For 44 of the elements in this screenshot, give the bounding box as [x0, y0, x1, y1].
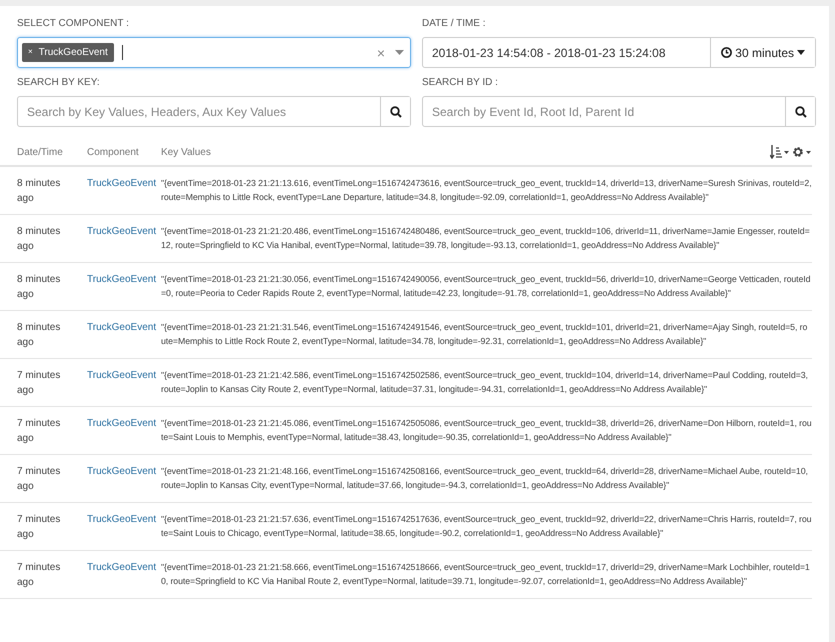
time-cell-text: 8 minutes ago: [17, 225, 62, 254]
time-cell-text: 7 minutes ago: [17, 513, 62, 542]
component-link[interactable]: TruckGeoEvent: [87, 370, 156, 381]
key-values-cell-text: "{eventTime=2018-01-23 21:21:45.086, eventTimeLong=1516742505086, eventSource=truck_geo_event, truckId=38, driverId=26, driverName=Don Hilborn, routeId=1, route=Saint Louis to Memphis, eventType=Normal, latitude=38.43, longitude=-90.35, correlationId=1, geoAddress=No Address Available}": [161, 417, 812, 444]
search-button[interactable]: [785, 97, 815, 126]
settings-icon[interactable]: [792, 145, 812, 159]
key-values-cell-text: "{eventTime=2018-01-23 21:21:57.636, eventTimeLong=1516742517636, eventSource=truck_geo_event, truckId=92, driverId=22, driverName=Chris Harris, routeId=7, route=Saint Louis to Chicago, eventType=Normal, latitude=38.65, longitude=-90.2, correlationId=1, geoAddress=No Address Available}": [161, 513, 812, 540]
key-values-cell-text: "{eventTime=2018-01-23 21:21:42.586, eventTimeLong=1516742502586, eventSource=truck_geo_event, truckId=104, driverId=14, driverName=Paul Codding, routeId=3, route=Joplin to Kansas City Route 2, eventType=Normal, latitude=37.31, longitude=-94.31, correlationId=1, geoAddress=No Address Available}": [161, 369, 809, 396]
component-select[interactable]: × TruckGeoEvent ×: [17, 37, 411, 68]
key-values-cell-text: "{eventTime=2018-01-23 21:21:48.166, eventTimeLong=1516742508166, eventSource=truck_geo_event, truckId=64, driverId=28, driverName=Michael Aube, routeId=10, route=Joplin to Kansas City, eventType=Normal, latitude=37.66, longitude=-94.3, correlationId=1, geoAddress=No Address Available}": [161, 465, 809, 492]
component-link[interactable]: TruckGeoEvent: [87, 178, 156, 189]
time-cell-text: 7 minutes ago: [17, 369, 62, 398]
time-cell-text: 7 minutes ago: [17, 561, 62, 590]
sort-icon[interactable]: [770, 145, 790, 159]
field-label: SELECT COMPONENT :: [17, 18, 130, 29]
search-icon: [794, 106, 806, 118]
component-link[interactable]: TruckGeoEvent: [87, 418, 156, 429]
key-values-cell-text: "{eventTime=2018-01-23 21:21:30.056, eventTimeLong=1516742490056, eventSource=truck_geo_event, truckId=56, driverId=10, driverName=George Vetticaden, routeId=0, route=Peoria to Ceder Rapids Route 2, eventType=Normal, latitude=42.23, longitude=-91.78, correlationId=1, geoAddress=No Address Available}": [161, 273, 812, 300]
component-link[interactable]: TruckGeoEvent: [87, 466, 156, 477]
component-link[interactable]: TruckGeoEvent: [87, 274, 156, 285]
search-icon: [390, 106, 402, 118]
time-cell-text: 8 minutes ago: [17, 177, 62, 206]
search-button[interactable]: [380, 97, 410, 126]
field-label: SEARCH BY ID :: [422, 77, 499, 88]
field-label: SEARCH BY KEY:: [17, 77, 101, 88]
key-values-cell-text: "{eventTime=2018-01-23 21:21:20.486, eventTimeLong=1516742480486, eventSource=truck_geo_event, truckId=106, driverId=11, driverName=Jamie Engesser, routeId=12, route=Springfield to KC Via Hanibal, eventType=Normal, latitude=39.78, longitude=-93.13, correlationId=1, geoAddress=No Address Available}": [161, 225, 811, 252]
time-cell-text: 8 minutes ago: [17, 273, 62, 302]
component-link[interactable]: TruckGeoEvent: [87, 322, 156, 333]
column-header: Key Values: [161, 146, 212, 158]
field-label: DATE / TIME :: [422, 18, 487, 29]
key-values-cell-text: "{eventTime=2018-01-23 21:21:58.666, eventTimeLong=1516742518666, eventSource=truck_geo_event, truckId=17, driverId=29, driverName=Mark Lochbihler, routeId=10, route=Springfield to KC Via Hanibal Route 2, eventType=Normal, latitude=39.71, longitude=-92.07, correlationId=1, geoAddress=No Address Available}": [161, 561, 811, 588]
time-cell-text: 7 minutes ago: [17, 417, 62, 446]
clear-icon[interactable]: ×: [376, 44, 385, 60]
key-values-cell-text: "{eventTime=2018-01-23 21:21:31.546, eventTimeLong=1516742491546, eventSource=truck_geo_event, truckId=101, driverId=21, driverName=Ajay Singh, routeId=5, route=Memphis to Little Rock Route 2, eventType=Normal, latitude=34.78, longitude=-92.31, correlationId=1, geoAddress=No Address Available}": [161, 321, 808, 348]
column-header: Date/Time: [17, 146, 64, 158]
component-link[interactable]: TruckGeoEvent: [87, 562, 156, 573]
key-values-cell-text: "{eventTime=2018-01-23 21:21:13.616, eventTimeLong=1516742473616, eventSource=truck_geo_event, truckId=14, driverId=13, driverName=Suresh Srinivas, routeId=2, route=Memphis to Little Rock, eventType=Lane Departure, latitude=34.8, longitude=-92.09, correlationId=1, geoAddress=No Address Available}": [161, 177, 812, 204]
component-link[interactable]: TruckGeoEvent: [87, 514, 156, 525]
component-tag[interactable]: × TruckGeoEvent: [22, 43, 114, 62]
time-cell-text: 8 minutes ago: [17, 321, 62, 350]
component-link[interactable]: TruckGeoEvent: [87, 226, 156, 237]
time-cell-text: 7 minutes ago: [17, 465, 62, 494]
column-header: Component: [87, 146, 140, 158]
caret-icon[interactable]: [395, 50, 404, 55]
